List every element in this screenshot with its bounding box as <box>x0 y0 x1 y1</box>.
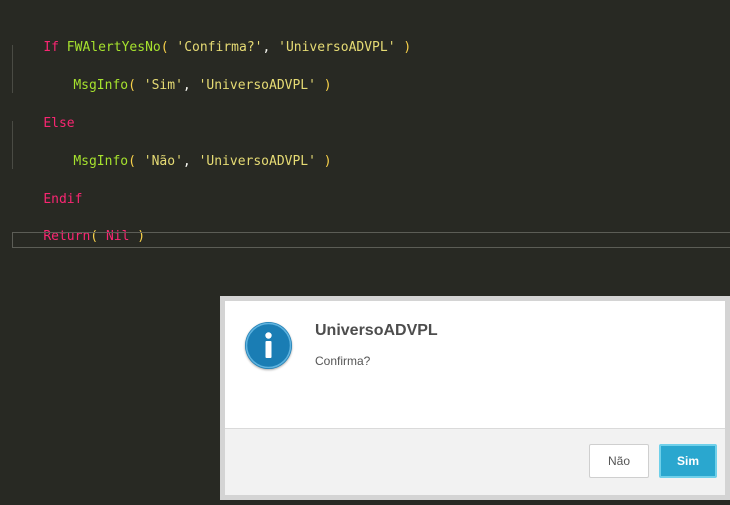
function-msginfo: MsgInfo <box>73 78 129 93</box>
comma: , <box>262 40 271 55</box>
function-msginfo: MsgInfo <box>73 154 129 169</box>
comma: , <box>182 78 191 93</box>
string-literal: 'UniversoADVPL' <box>198 154 316 169</box>
function-fwalertyesno: FWAlertYesNo <box>66 40 161 55</box>
paren-open: ( <box>128 78 136 93</box>
keyword-endif: Endif <box>43 192 83 207</box>
code-line-msginfo-nao: MsgInfo( 'Não', 'UniversoADVPL' ) <box>42 138 332 186</box>
paren-close: ) <box>323 154 332 169</box>
string-literal: 'Confirma?' <box>176 40 263 55</box>
string-literal: 'Não' <box>143 154 183 169</box>
no-button[interactable]: Não <box>589 444 649 478</box>
alert-dialog: UniversoADVPL Confirma? Não Sim <box>225 301 725 495</box>
string-literal: 'UniversoADVPL' <box>278 40 396 55</box>
dialog-footer <box>225 428 725 495</box>
paren-open: ( <box>128 154 136 169</box>
info-icon <box>245 322 292 369</box>
dialog-message: Confirma? <box>315 354 371 368</box>
comma: , <box>182 154 191 169</box>
dialog-title: UniversoADVPL <box>315 322 438 339</box>
keyword-if: If <box>43 40 59 55</box>
keyword-else: Else <box>43 116 75 131</box>
paren-open: ( <box>160 40 169 55</box>
current-line-highlight[interactable] <box>12 232 730 248</box>
string-literal: 'UniversoADVPL' <box>198 78 316 93</box>
string-literal: 'Sim' <box>143 78 183 93</box>
paren-close: ) <box>323 78 332 93</box>
yes-button[interactable]: Sim <box>659 444 717 478</box>
code-line-msginfo-sim: MsgInfo( 'Sim', 'UniversoADVPL' ) <box>42 62 332 110</box>
paren-close: ) <box>403 40 412 55</box>
